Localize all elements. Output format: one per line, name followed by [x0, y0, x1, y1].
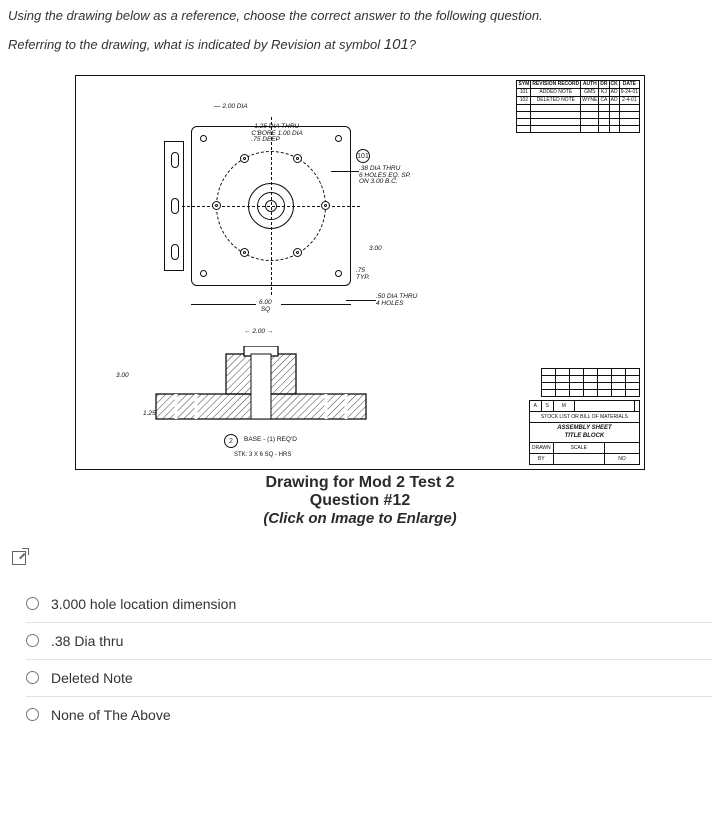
dim-300: 3.00: [116, 373, 129, 380]
balloon-2: 2: [224, 434, 238, 448]
answer-options: 3.000 hole location dimension .38 Dia th…: [8, 586, 712, 733]
base-note: BASE - (1) REQ'D: [244, 437, 297, 444]
stk-note: STK: 3 X 6 SQ - HRS: [234, 452, 291, 458]
dim-75typ: .75TYP.: [356, 268, 370, 282]
question-symbol: 101: [384, 36, 409, 53]
dim-200: ← 2.00 →: [244, 329, 273, 336]
annotation-2dia: — 2.00 DIA: [214, 104, 248, 111]
option-row[interactable]: Deleted Note: [26, 659, 712, 696]
caption-line-3: (Click on Image to Enlarge): [75, 510, 645, 527]
tb-cell: [553, 453, 604, 464]
rev-cell: WYNE: [581, 96, 599, 104]
option-label: None of The Above: [51, 707, 171, 723]
rev-cell: CA: [599, 96, 609, 104]
tb-cell: [574, 400, 634, 411]
tb-cell: M: [553, 400, 574, 411]
option-label: Deleted Note: [51, 670, 133, 686]
caption-line-1: Drawing for Mod 2 Test 2: [75, 474, 645, 492]
tb-title-2: TITLE BLOCK: [565, 433, 605, 439]
annotation-cbore: — 1.25 DIA THRU C'BORE 1.00 DIA .75 DEEP: [246, 124, 303, 144]
tb-cell: BY: [529, 453, 553, 464]
enlarge-icon[interactable]: [12, 551, 26, 565]
tb-title-1: ASSEMBLY SHEET: [557, 425, 611, 431]
tb-cell: SCALE: [553, 442, 604, 453]
option-row[interactable]: None of The Above: [26, 696, 712, 733]
drawing-frame: SYM REVISION RECORD AUTH DR CK DATE 101 …: [75, 75, 645, 470]
rev-hdr-dr: DR: [599, 80, 609, 88]
tb-cell: S: [541, 400, 553, 411]
dim-6sq: 6.00 SQ: [259, 300, 272, 314]
rev-cell: 101: [517, 88, 531, 96]
tb-cell: A: [529, 400, 541, 411]
option-radio-3[interactable]: [26, 708, 39, 721]
rev-cell: KJ: [599, 88, 609, 96]
annotation-50dia: .50 DIA THRU4 HOLES: [376, 294, 417, 308]
option-row[interactable]: 3.000 hole location dimension: [26, 586, 712, 622]
caption-line-2: Question #12: [75, 492, 645, 510]
rev-cell: AD: [609, 88, 619, 96]
rev-hdr-ck: CK: [609, 80, 619, 88]
rev-cell: GMS: [581, 88, 599, 96]
dim-125: 1.25: [143, 411, 156, 418]
rev-cell: 9-24-01: [619, 88, 639, 96]
option-label: .38 Dia thru: [51, 633, 123, 649]
mini-grid: [541, 368, 640, 397]
rev-hdr-auth: AUTH: [581, 80, 599, 88]
rev-cell: AD: [609, 96, 619, 104]
option-radio-1[interactable]: [26, 634, 39, 647]
tb-cell: NO: [604, 453, 639, 464]
tb-cell: DRAWN: [529, 442, 553, 453]
rev-hdr-record: REVISION RECORD: [531, 80, 581, 88]
plate-top-view: [191, 126, 351, 286]
side-bracket: [164, 141, 184, 271]
option-label: 3.000 hole location dimension: [51, 596, 236, 612]
rev-cell: 102: [517, 96, 531, 104]
tb-cell: [634, 400, 639, 411]
drawing-container[interactable]: SYM REVISION RECORD AUTH DR CK DATE 101 …: [75, 75, 645, 527]
dim-3: 3.00: [369, 246, 382, 253]
rev-hdr-sym: SYM: [517, 80, 531, 88]
rev-cell: DELETED NOTE: [531, 96, 581, 104]
question-prefix: Referring to the drawing, what is indica…: [8, 37, 384, 52]
rev-cell: ADDED NOTE: [531, 88, 581, 96]
balloon-101: 101: [356, 149, 370, 163]
revision-block: SYM REVISION RECORD AUTH DR CK DATE 101 …: [516, 80, 640, 133]
annotation-38dia: .38 DIA THRU6 HOLES EQ. SP.ON 3.00 B.C.: [359, 166, 411, 186]
elevation-view: [136, 346, 386, 426]
tb-title-cell: ASSEMBLY SHEET TITLE BLOCK: [529, 422, 639, 442]
option-radio-2[interactable]: [26, 671, 39, 684]
question-text: Referring to the drawing, what is indica…: [8, 33, 712, 57]
tb-stock-row: STOCK LIST OR BILL OF MATERIALS: [529, 411, 639, 422]
option-row[interactable]: .38 Dia thru: [26, 622, 712, 659]
rev-hdr-date: DATE: [619, 80, 639, 88]
option-radio-0[interactable]: [26, 597, 39, 610]
question-context: Using the drawing below as a reference, …: [8, 6, 712, 27]
tb-cell: [604, 442, 639, 453]
question-suffix: ?: [409, 37, 416, 52]
title-block: ASM STOCK LIST OR BILL OF MATERIALS ASSE…: [529, 400, 640, 465]
rev-cell: 2-4-01: [619, 96, 639, 104]
